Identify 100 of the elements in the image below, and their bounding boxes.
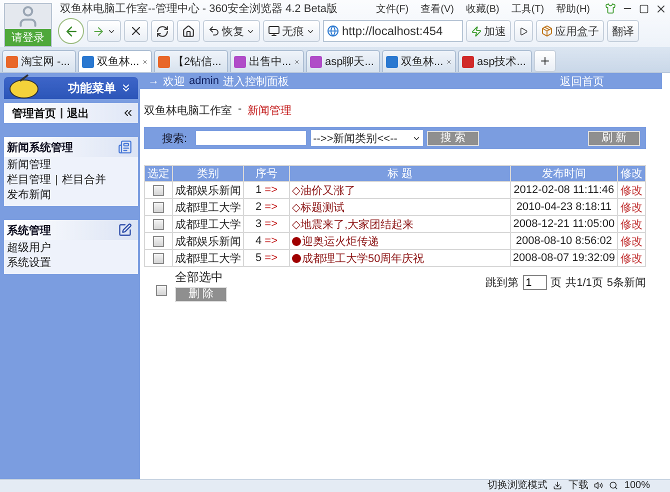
menu-item[interactable]: 收藏(B)	[466, 2, 500, 16]
back-button[interactable]	[58, 18, 84, 44]
maximize-icon	[639, 4, 649, 14]
menu-link[interactable]: 超级用户	[7, 240, 51, 255]
select-all-label: 全部选中	[175, 269, 224, 286]
menu-link[interactable]: 栏目管理	[7, 172, 51, 187]
page-unit: 页	[550, 276, 562, 290]
site-name: 双鱼林电脑工作室	[144, 104, 232, 118]
zoom-level[interactable]: 100%	[624, 481, 650, 491]
browser-tab[interactable]: 淘宝网 -...	[2, 50, 76, 72]
separator: |	[60, 107, 64, 119]
play-icon	[519, 26, 528, 36]
restore-button[interactable]: 恢复	[203, 20, 260, 42]
menu-link[interactable]: 发布新闻	[7, 187, 51, 202]
edit-icon	[118, 223, 132, 237]
select-all-checkbox[interactable]	[156, 285, 167, 296]
row-checkbox[interactable]	[153, 218, 164, 230]
table-cell: 4 =>	[244, 232, 290, 250]
edit-link[interactable]: 修改	[618, 232, 646, 250]
menu-item[interactable]: 文件(F)	[376, 2, 409, 16]
edit-link[interactable]: 修改	[618, 198, 646, 216]
reload-icon	[156, 24, 169, 38]
address-field[interactable]: http://localhost:454	[323, 20, 463, 42]
new-tab-button[interactable]	[534, 50, 556, 72]
incognito-button[interactable]: 无痕	[263, 20, 320, 42]
menu-link[interactable]: 系统设置	[7, 255, 51, 270]
search-label: 搜索:	[162, 132, 188, 146]
browser-tab[interactable]: asp聊天...	[306, 50, 380, 72]
lightning-icon	[471, 26, 482, 36]
reload-button[interactable]	[151, 20, 174, 42]
table-cell: 2008-08-07 19:32:09	[510, 250, 618, 266]
volume-icon	[594, 481, 604, 490]
browser-tab[interactable]: 【2钻信...	[154, 50, 228, 72]
column-header: 标 题	[290, 166, 510, 182]
table-cell: 成都理工大学	[172, 216, 244, 232]
search-field[interactable]	[195, 130, 308, 146]
menu-link[interactable]: 新闻管理	[7, 157, 51, 172]
row-checkbox[interactable]	[153, 202, 164, 213]
news-count: 5条新闻	[606, 276, 646, 290]
accelerate-button[interactable]: 加速	[466, 20, 511, 42]
table-cell: 2008-12-21 11:05:00	[510, 216, 618, 232]
download-button[interactable]: 下载	[568, 481, 588, 491]
jump-label: 跳到第	[486, 276, 519, 290]
table-cell: 5 =>	[244, 250, 290, 266]
plus-icon	[539, 55, 551, 67]
menu-title: 功能菜单	[68, 80, 116, 96]
forward-arrow-icon	[92, 24, 105, 38]
collapse-sidebar-icon[interactable]	[122, 107, 134, 119]
menu-item[interactable]: 查看(V)	[420, 2, 454, 16]
browser-tab[interactable]: 出售中...	[230, 50, 304, 72]
home-button[interactable]	[177, 20, 200, 42]
collapse-icon[interactable]	[120, 82, 132, 94]
edit-link[interactable]: 修改	[618, 216, 646, 232]
newspaper-icon	[118, 140, 132, 154]
browser-tab[interactable]: 双鱼林...	[382, 50, 456, 72]
column-header: 类别	[172, 166, 244, 182]
separator: |	[55, 174, 58, 186]
section-title: 新闻系统管理	[7, 140, 73, 154]
row-checkbox[interactable]	[153, 236, 164, 247]
breadcrumb-separator: -	[238, 103, 242, 117]
category-dropdown[interactable]: -->>新闻类别<<--	[311, 130, 424, 146]
menu-item[interactable]: 帮助(H)	[556, 2, 590, 16]
edit-link[interactable]: 修改	[618, 250, 646, 266]
browser-tab[interactable]: asp技术...	[458, 50, 532, 72]
table-cell: 成都理工大学	[172, 198, 244, 216]
stop-button[interactable]	[124, 20, 148, 42]
section-title: 系统管理	[7, 224, 51, 238]
news-title-link[interactable]: ◇标题测试	[290, 198, 510, 216]
browser-tab[interactable]: 双鱼林...	[78, 50, 152, 72]
zoom-icon	[609, 481, 618, 490]
news-title-link[interactable]: ◇地震来了,大家团结起来	[290, 216, 510, 232]
browse-mode-button[interactable]: 切换浏览模式	[487, 481, 548, 491]
edit-link[interactable]: 修改	[618, 182, 646, 198]
shirt-icon	[605, 3, 616, 14]
row-checkbox[interactable]	[153, 184, 164, 196]
arrow-text: →	[148, 75, 159, 87]
table-cell: 成都娱乐新闻	[172, 232, 244, 250]
menu-item[interactable]: 工具(T)	[511, 2, 544, 16]
logout-link[interactable]: 退出	[67, 106, 90, 120]
table-cell: 2 =>	[244, 198, 290, 216]
close-icon	[655, 2, 667, 14]
page-title: 新闻管理	[248, 104, 292, 118]
download-icon	[553, 481, 562, 490]
news-title-link[interactable]: 迎奥运火炬传递	[290, 232, 510, 250]
column-header: 选定	[144, 166, 172, 182]
welcome-text: 进入控制面板	[222, 74, 289, 88]
home-link[interactable]: 管理首页	[12, 106, 56, 120]
go-button[interactable]	[514, 20, 533, 42]
window-title: 双鱼林电脑工作室--管理中心 - 360安全浏览器 4.2 Beta版	[60, 2, 338, 16]
table-cell: 2012-02-08 11:11:46	[510, 182, 618, 198]
menu-link[interactable]: 栏目合并	[62, 172, 106, 187]
page-field[interactable]: 1	[522, 275, 547, 290]
page-info: 共1/1页	[566, 276, 603, 290]
news-title-link[interactable]: 成都理工大学50周年庆祝	[290, 250, 510, 266]
news-title-link[interactable]: ◇油价又涨了	[290, 182, 510, 198]
row-checkbox[interactable]	[153, 252, 164, 264]
translate-button[interactable]: 翻译	[607, 20, 639, 42]
undo-icon	[208, 25, 220, 37]
box-icon	[541, 25, 553, 37]
app-box-button[interactable]: 应用盒子	[536, 20, 604, 42]
